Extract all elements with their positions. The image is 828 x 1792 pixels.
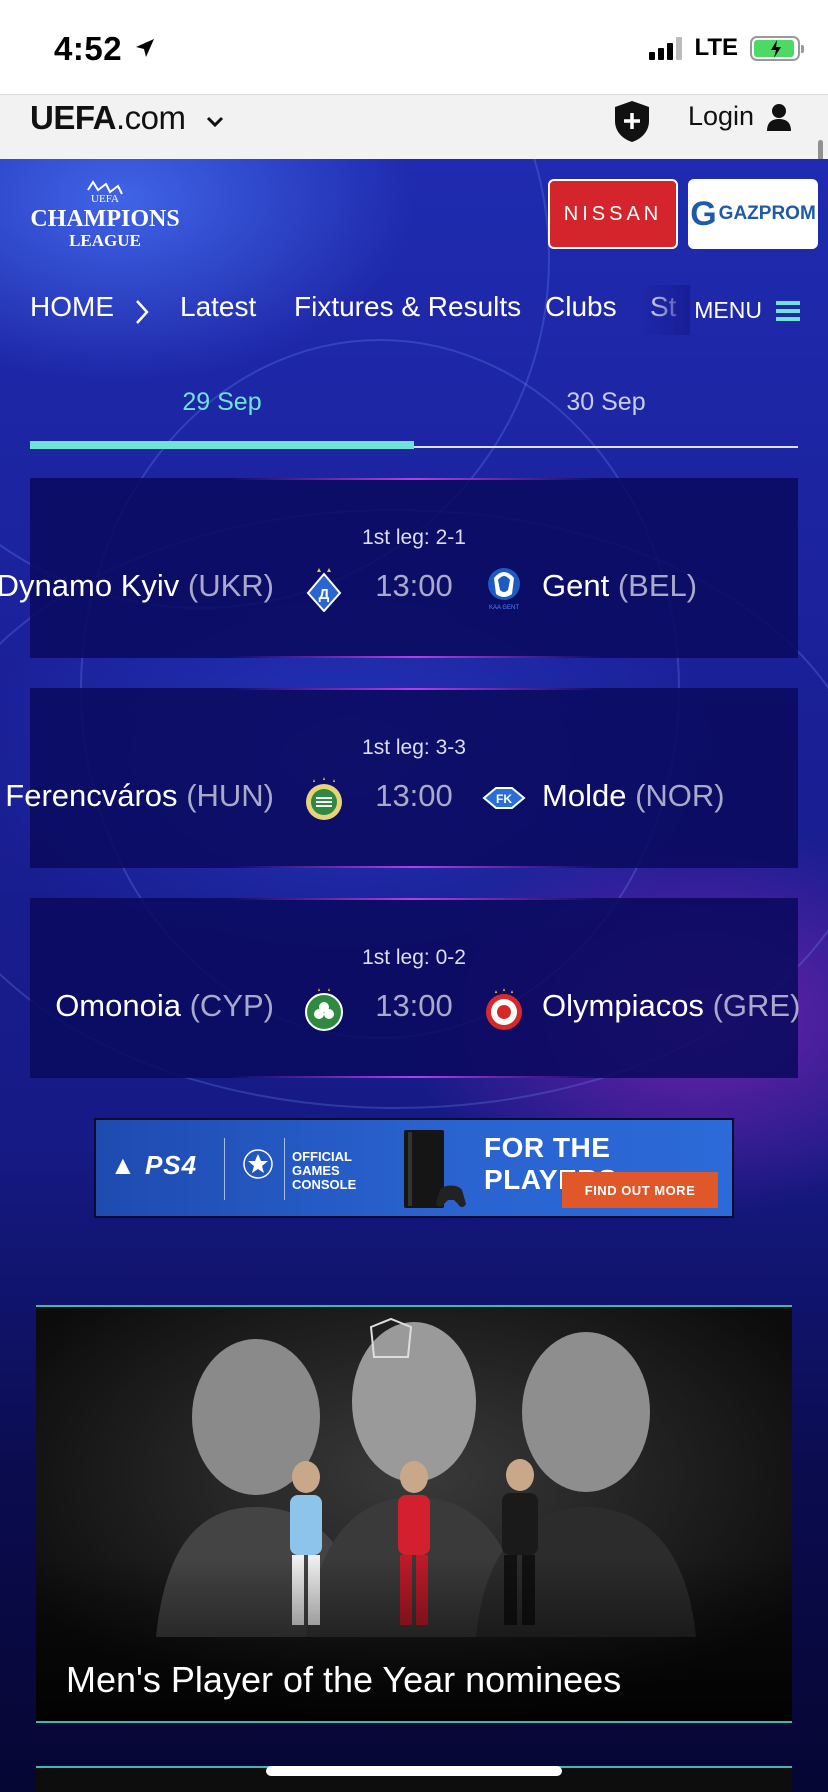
- first-leg-score: 1st leg: 3-3: [362, 736, 466, 759]
- shield-plus-icon[interactable]: [612, 99, 652, 143]
- match-card[interactable]: 1st leg: 0-2 Omonoia (CYP) 13:00 Olympia…: [30, 898, 801, 1078]
- champions-league-logo[interactable]: UEFA CHAMPIONS LEAGUE: [18, 180, 193, 255]
- molde-crest-icon: FK: [482, 787, 526, 809]
- hamburger-icon: [776, 300, 800, 321]
- login-button[interactable]: Login: [688, 101, 792, 132]
- olympiacos-crest-icon: [486, 988, 522, 1030]
- network-label: LTE: [694, 34, 738, 61]
- tab-active-indicator: [30, 441, 414, 449]
- svg-text:FK: FK: [496, 792, 512, 806]
- menu-button[interactable]: MENU: [694, 297, 800, 324]
- first-leg-score: 1st leg: 2-1: [362, 526, 466, 549]
- login-label: Login: [688, 101, 755, 131]
- home-indicator[interactable]: [266, 1766, 562, 1776]
- battery-icon: [750, 35, 804, 61]
- nav-item-latest[interactable]: Latest: [180, 291, 256, 323]
- uefa-top-bar: UEFA.com Login: [0, 94, 828, 159]
- signal-icon: [649, 36, 683, 60]
- tab-29-sep[interactable]: 29 Sep: [30, 388, 414, 417]
- svg-text:LEAGUE: LEAGUE: [69, 231, 141, 250]
- away-team: Molde (NOR): [542, 778, 725, 813]
- first-leg-score: 1st leg: 0-2: [362, 946, 466, 969]
- champions-league-mini-logo: [243, 1149, 273, 1179]
- find-out-more-button[interactable]: FIND OUT MORE: [562, 1172, 718, 1208]
- gent-crest-icon: KAA GENT: [488, 568, 520, 611]
- ps4-logo: ▲ PS4: [110, 1150, 198, 1180]
- ps4-ad-banner[interactable]: ▲ PS4 OFFICIAL GAMES CONSOLE FOR THE PLAYE…: [94, 1118, 734, 1218]
- location-arrow-icon: [136, 39, 154, 57]
- feature-card[interactable]: Men's Player of the Year nominees: [36, 1305, 792, 1723]
- uefa-com-logo[interactable]: UEFA.com: [30, 99, 186, 137]
- match-card[interactable]: 1st leg: 2-1 Dynamo Kyiv (UKR) Д 13:00 K…: [0, 478, 798, 658]
- away-team: Olympiacos (GRE): [542, 988, 801, 1023]
- svg-text:UEFA: UEFA: [91, 193, 119, 205]
- gazprom-sponsor-logo[interactable]: G GAZPROM: [688, 179, 818, 249]
- ad-official-text: OFFICIAL GAMES CONSOLE: [292, 1149, 357, 1192]
- chevron-down-icon[interactable]: [206, 115, 224, 129]
- nissan-sponsor-logo[interactable]: NISSAN: [548, 179, 678, 249]
- feature-title: Men's Player of the Year nominees: [66, 1659, 622, 1700]
- nav-item-clubs[interactable]: Clubs: [545, 291, 617, 323]
- date-tabs: 29 Sep 30 Sep: [30, 380, 798, 450]
- svg-text:KAA GENT: KAA GENT: [489, 605, 519, 611]
- playstation-icon: ▲: [110, 1150, 145, 1180]
- svg-text:CHAMPIONS: CHAMPIONS: [30, 206, 179, 232]
- ps4-console-image: [404, 1130, 466, 1208]
- tab-30-sep[interactable]: 30 Sep: [414, 388, 798, 417]
- menu-label: MENU: [694, 297, 762, 323]
- match-card[interactable]: 1st leg: 3-3 Ferencváros (HUN) 13:00 FK …: [5, 688, 798, 868]
- away-team: Gent (BEL): [542, 568, 698, 603]
- main-nav: HOME Latest Fixtures & Results Clubs St …: [0, 285, 828, 335]
- status-indicators: LTE: [649, 34, 804, 62]
- status-time: 4:52: [54, 30, 123, 67]
- user-icon: [767, 103, 792, 131]
- status-bar: 4:52 LTE: [0, 0, 828, 94]
- nav-item-fixtures-results[interactable]: Fixtures & Results: [294, 291, 521, 323]
- nav-item-home[interactable]: HOME: [30, 291, 114, 323]
- chevron-right-icon: [136, 300, 149, 324]
